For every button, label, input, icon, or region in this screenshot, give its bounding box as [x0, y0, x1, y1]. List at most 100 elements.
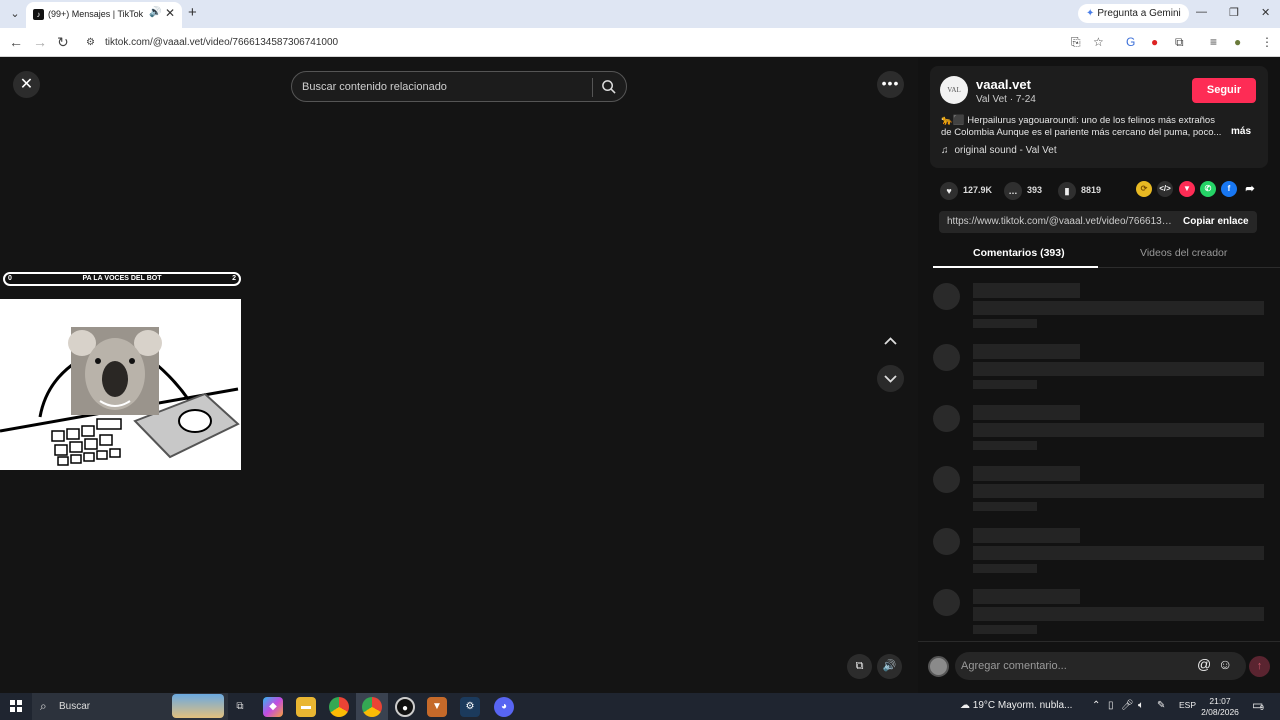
repost-icon[interactable]: ⟳ [1136, 181, 1152, 197]
minimize-icon[interactable]: — [1196, 6, 1207, 18]
opera-extension-icon[interactable]: ● [1151, 35, 1158, 49]
more-options-button[interactable]: ••• [877, 71, 904, 98]
music-note-icon: ♫ [941, 145, 949, 156]
miniplayer-icon: ⧉ [855, 660, 864, 672]
window-close-icon[interactable]: ✕ [1261, 6, 1270, 19]
maximize-icon[interactable]: ❐ [1229, 6, 1239, 19]
weather-widget[interactable]: ☁ 19°C Mayorm. nubla... [960, 700, 1072, 711]
description-more-link[interactable]: más [1231, 126, 1251, 137]
discord-icon[interactable]: ◕ [494, 697, 514, 717]
video-frame-image [0, 299, 241, 470]
share-link-url[interactable]: https://www.tiktok.com/@vaaal.vet/video/… [947, 216, 1175, 227]
site-info-icon[interactable]: ⚙ [86, 37, 95, 48]
reload-icon[interactable]: ↻ [57, 34, 69, 51]
comment-skeleton [933, 528, 1273, 578]
tab-title: (99+) Mensajes | TikTok [48, 9, 144, 19]
windows-start-icon[interactable] [10, 700, 22, 712]
save-button[interactable]: ▮ 8819 [1058, 180, 1101, 200]
browser-menu-icon[interactable]: ⋮ [1261, 35, 1273, 49]
back-icon[interactable]: ← [9, 34, 23, 50]
comment-icon: … [1004, 181, 1022, 200]
whatsapp-icon[interactable]: ✆ [1200, 181, 1216, 197]
pen-icon[interactable]: ✎ [1157, 700, 1165, 711]
microphone-icon[interactable]: 🎤︎ [1121, 700, 1134, 711]
share-link-row: https://www.tiktok.com/@vaaal.vet/video/… [939, 211, 1257, 233]
sound-link[interactable]: ♫ original sound - Val Vet [941, 145, 1057, 156]
copilot-icon[interactable]: ◆ [263, 697, 283, 717]
close-video-button[interactable]: ✕ [13, 71, 40, 98]
tiktok-favicon-icon: ♪ [33, 9, 44, 20]
panel-tabs: Comentarios (393) Videos del creador [933, 239, 1280, 268]
overlay-caption: PA LA VOCES DEL BOT [82, 275, 162, 282]
speaker-icon[interactable]: 🔈︎ [1138, 700, 1144, 711]
game-app-icon[interactable]: ▼ [427, 697, 447, 717]
taskbar-clock[interactable]: 21:07 2/08/2026 [1198, 696, 1242, 718]
embed-icon[interactable]: </> [1157, 181, 1173, 197]
share-arrow-icon[interactable]: ➦ [1242, 181, 1258, 197]
tab-search-icon[interactable]: ⌄ [6, 5, 24, 23]
comment-skeleton [933, 283, 1273, 333]
steam-icon[interactable]: ⚙ [460, 697, 480, 717]
volume-button[interactable]: 🔊 [877, 654, 902, 679]
file-explorer-icon[interactable]: ▬ [296, 697, 316, 717]
task-view-icon[interactable]: ⧉ [230, 697, 250, 717]
chrome-icon[interactable] [329, 697, 349, 717]
author-username[interactable]: vaaal.vet [976, 77, 1031, 92]
miniplayer-button[interactable]: ⧉ [847, 654, 872, 679]
chrome-active-icon[interactable] [362, 697, 382, 717]
taskbar-search-label: Buscar [59, 701, 91, 712]
arrow-up-icon: ↑ [1256, 660, 1263, 672]
install-app-icon[interactable]: ⎘ [1071, 35, 1081, 50]
user-avatar [928, 656, 949, 677]
search-icon[interactable] [601, 79, 616, 94]
gemini-button[interactable]: ✦ Pregunta a Gemini [1078, 4, 1189, 23]
search-divider [592, 78, 593, 97]
bookmark-icon: ▮ [1058, 181, 1076, 200]
translate-extension-icon[interactable]: G [1126, 35, 1135, 49]
post-comment-button[interactable]: ↑ [1249, 656, 1270, 677]
send-to-friends-icon[interactable]: ▼ [1179, 181, 1195, 197]
comment-skeleton [933, 589, 1273, 639]
new-tab-icon[interactable]: + [188, 4, 197, 21]
bookmark-star-icon[interactable]: ☆ [1093, 35, 1104, 49]
usb-icon[interactable]: ▯ [1108, 700, 1114, 711]
related-search-box[interactable] [291, 71, 627, 102]
tab-close-icon[interactable]: ✕ [165, 6, 175, 20]
tab-audio-icon[interactable]: 🔊 [149, 7, 161, 18]
next-video-button[interactable] [877, 365, 904, 392]
active-tab-indicator [933, 266, 1098, 268]
koala-keyboard-meme-image [0, 299, 241, 470]
obs-icon[interactable]: ● [395, 697, 415, 717]
more-dots-icon: ••• [881, 75, 900, 91]
forward-icon[interactable]: → [33, 34, 47, 50]
video-player[interactable]: ✕ ••• 0 PA LA VOCES DEL BOT 2 [0, 58, 918, 693]
address-bar[interactable]: tiktok.com/@vaaal.vet/video/766613458730… [105, 37, 338, 48]
comment-skeleton [933, 405, 1273, 455]
tab-comments[interactable]: Comentarios (393) [973, 247, 1065, 259]
extensions-icon[interactable]: ⧉ [1175, 35, 1184, 50]
tab-creator-videos[interactable]: Videos del creador [1140, 247, 1227, 259]
close-icon: ✕ [19, 76, 34, 93]
tray-chevron-icon[interactable]: ⌃ [1092, 700, 1100, 711]
profile-avatar-icon[interactable]: ● [1234, 35, 1241, 49]
follow-button[interactable]: Seguir [1192, 78, 1256, 103]
previous-video-button[interactable] [877, 328, 904, 355]
comment-button[interactable]: … 393 [1004, 180, 1042, 200]
emoji-icon[interactable]: ☺ [1218, 656, 1232, 672]
author-avatar[interactable]: VAL [940, 76, 968, 104]
browser-tab[interactable]: ♪ (99+) Mensajes | TikTok 🔊 ✕ [26, 2, 182, 28]
comment-input-wrapper[interactable]: @ ☺ [955, 652, 1246, 680]
media-controls-icon[interactable]: ≡ [1210, 35, 1217, 49]
related-search-input[interactable] [302, 78, 582, 96]
language-indicator[interactable]: ESP [1179, 700, 1196, 710]
comment-input[interactable] [961, 657, 1186, 675]
like-button[interactable]: ♥ 127.9K [940, 180, 992, 200]
mention-icon[interactable]: @ [1197, 656, 1211, 672]
save-count: 8819 [1081, 185, 1102, 195]
copy-link-button[interactable]: Copiar enlace [1183, 216, 1249, 227]
facebook-icon[interactable]: f [1221, 181, 1237, 197]
comment-composer: @ ☺ ↑ [918, 641, 1280, 693]
video-overlay-pill: 0 PA LA VOCES DEL BOT 2 [3, 272, 241, 286]
taskbar-search[interactable]: ⌕ Buscar [32, 693, 228, 720]
search-icon: ⌕ [40, 699, 47, 713]
